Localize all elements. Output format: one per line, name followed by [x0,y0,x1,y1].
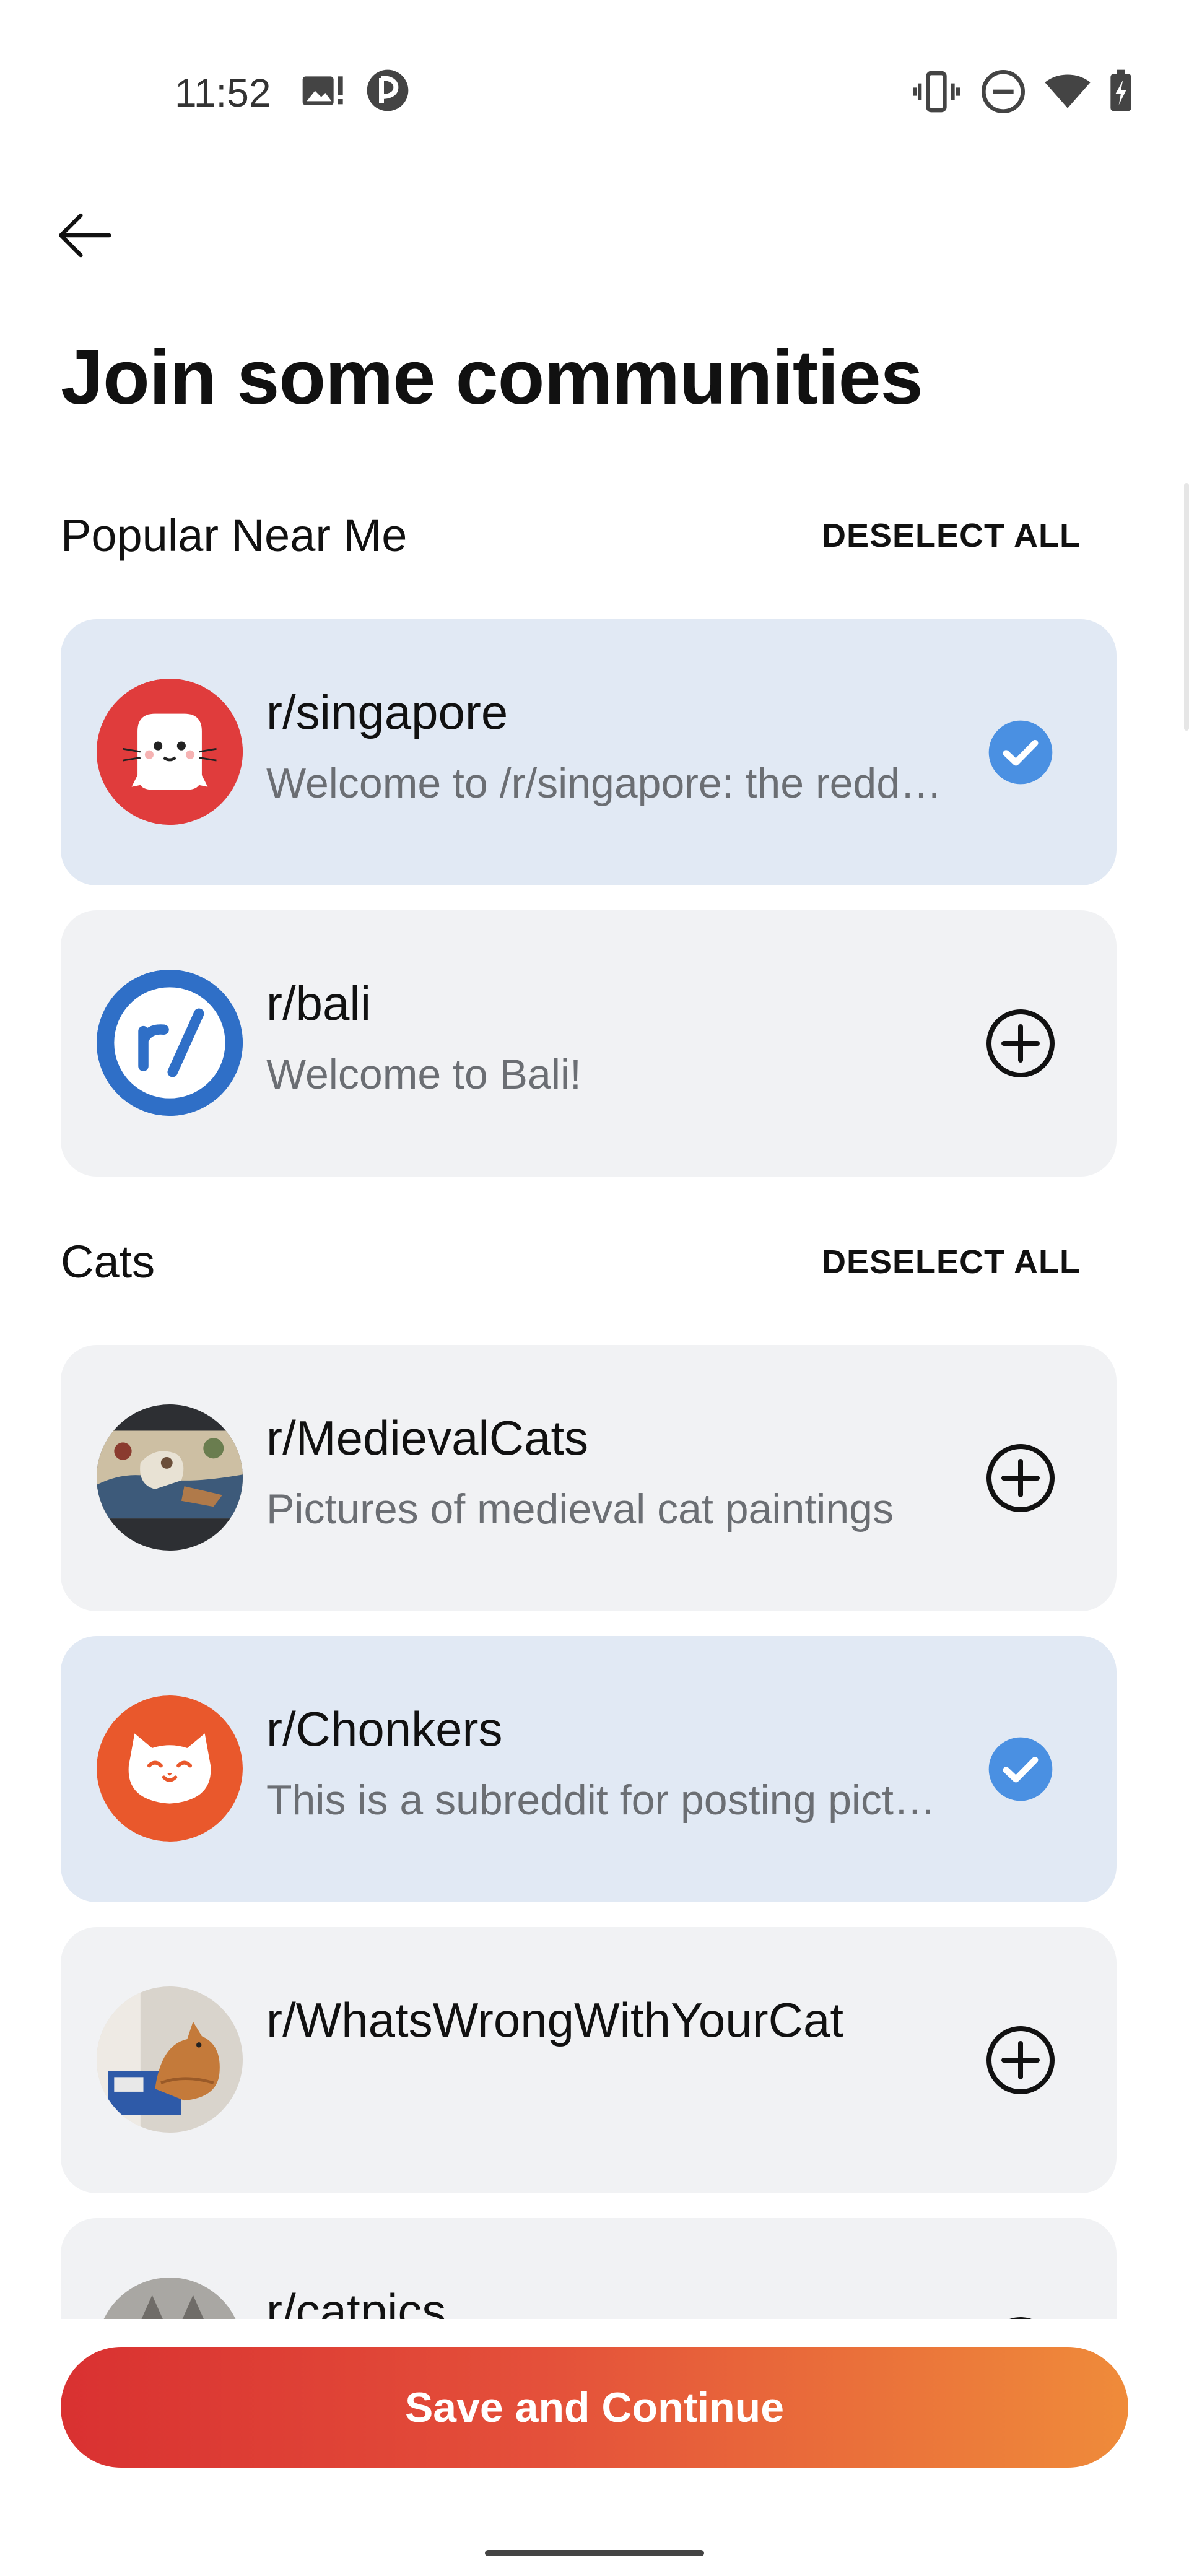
plus-circle-icon [1009,2317,1032,2319]
community-description: Pictures of medieval cat paintings [266,1486,894,1533]
selected-check-button[interactable] [983,1732,1058,1806]
community-description: Welcome to /r/singapore: the reddit comm… [266,760,947,807]
default-subreddit-icon [97,970,243,1116]
community-name: r/Chonkers [266,1702,503,1756]
deselect-all-button[interactable]: DESELECT ALL [822,1231,1081,1293]
plus-circle-icon [986,1444,1055,1512]
community-name: r/MedievalCats [266,1411,589,1465]
selected-check-button[interactable] [983,715,1058,790]
join-button[interactable] [983,1006,1058,1081]
back-button[interactable] [43,198,124,272]
plus-circle-icon [986,1009,1055,1077]
join-button[interactable] [983,2023,1058,2097]
community-card-whatswrongwithyourcat[interactable]: r/WhatsWrongWithYourCat [61,1927,1117,2193]
community-avatar [97,1695,243,1842]
community-card-catpics[interactable]: r/catpics [61,2218,1117,2319]
community-name: r/singapore [266,685,508,739]
check-circle-icon [988,1737,1053,1801]
join-button[interactable] [983,2314,1058,2319]
community-avatar [97,1986,243,2133]
cat-photo-thumbnail [97,1986,243,2133]
save-and-continue-button[interactable]: Save and Continue [61,2347,1128,2468]
community-name: r/WhatsWrongWithYourCat [266,1993,844,2047]
community-card-singapore[interactable]: r/singapore Welcome to /r/singapore: the… [61,619,1117,886]
join-button[interactable] [983,1441,1058,1515]
community-card-bali[interactable]: r/bali Welcome to Bali! [61,910,1117,1177]
plus-circle-icon [986,2026,1055,2094]
community-card-medievalcats[interactable]: r/MedievalCats Pictures of medieval cat … [61,1345,1117,1611]
section-title-cats: Cats [61,1236,155,1287]
home-indicator[interactable] [485,2550,704,2556]
community-avatar [97,679,243,825]
chonky-cat-icon [97,1695,243,1842]
scrollbar[interactable] [1184,483,1189,731]
merlion-mascot-icon [97,679,243,825]
page-title: Join some communities [61,335,923,420]
community-description: This is a subreddit for posting pictures… [266,1777,947,1824]
medieval-painting-thumbnail [97,1404,243,1551]
cat-photo-thumbnail [97,2278,243,2319]
communities-scroll-area[interactable]: Join some communities Popular Near Me DE… [0,0,1189,2319]
community-avatar [97,2278,243,2319]
community-avatar [97,970,243,1116]
section-title-popular-near-me: Popular Near Me [61,510,407,561]
community-description: Welcome to Bali! [266,1051,581,1098]
deselect-all-button[interactable]: DESELECT ALL [822,505,1081,567]
community-name: r/bali [266,976,372,1030]
community-avatar [97,1404,243,1551]
community-card-chonkers[interactable]: r/Chonkers This is a subreddit for posti… [61,1636,1117,1902]
check-circle-icon [988,720,1053,785]
arrow-left-icon [59,213,111,258]
community-name: r/catpics [266,2284,446,2319]
